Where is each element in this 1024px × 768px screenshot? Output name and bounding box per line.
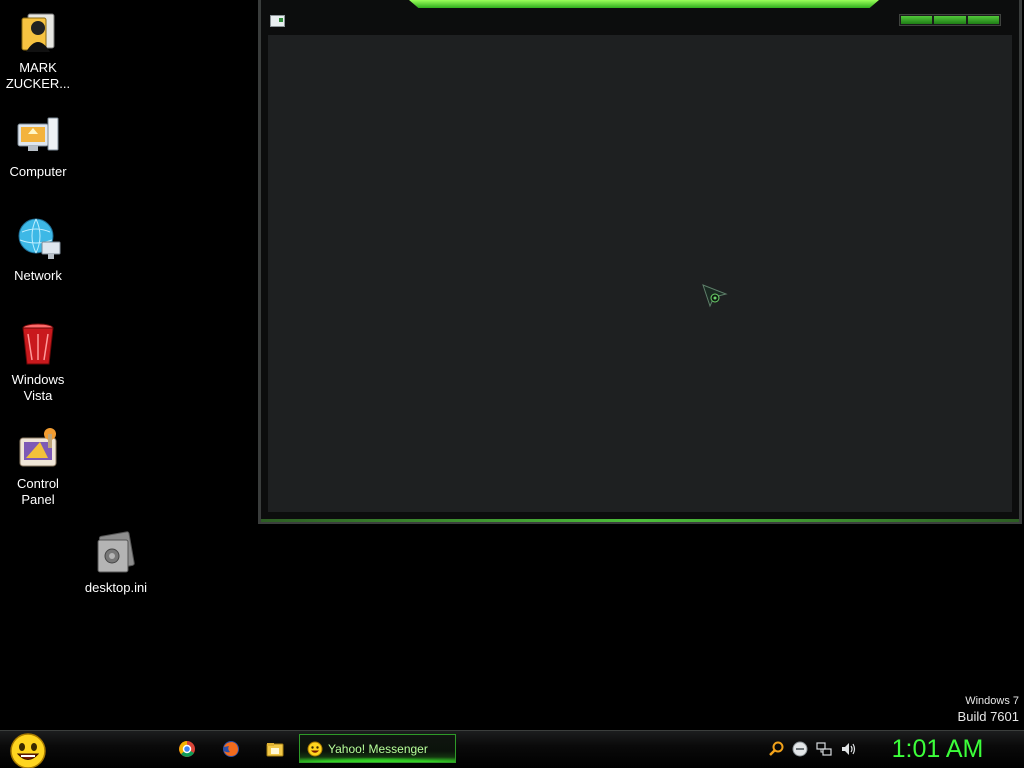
window-system-menu-icon[interactable] (270, 15, 285, 27)
desktop: MARK ZUCKER... Computer Network Windows … (0, 0, 1024, 730)
chrome-icon[interactable] (178, 740, 196, 758)
os-watermark: Windows 7 Build 7601 (958, 694, 1019, 726)
volume-icon[interactable] (840, 741, 856, 757)
smiley-start-icon (10, 733, 46, 768)
taskbar: Yahoo! Messenger 1:01 AM (0, 730, 1024, 768)
icon-label-desktop-ini: desktop.ini (84, 580, 148, 595)
icon-label-user-folder: MARK ZUCKER... (5, 60, 71, 91)
busy-cursor-icon (702, 284, 730, 308)
start-button[interactable] (9, 733, 47, 768)
taskbar-clock[interactable]: 1:01 AM (880, 734, 995, 764)
settings-file-icon (92, 528, 140, 576)
close-button[interactable] (967, 16, 999, 24)
icon-label-network: Network (14, 268, 62, 283)
explorer-folder-icon[interactable] (266, 740, 284, 758)
taskbar-button-label: Yahoo! Messenger (328, 741, 428, 756)
computer-icon (14, 112, 62, 160)
window-caption-buttons (899, 14, 1001, 26)
watermark-os-name: Windows 7 (965, 695, 1019, 707)
desktop-icon-user-folder[interactable]: MARK ZUCKER... (0, 8, 76, 92)
desktop-icon-desktop-ini[interactable]: desktop.ini (78, 528, 154, 596)
window-top-glow (409, 0, 879, 8)
icon-label-computer: Computer (9, 164, 67, 179)
window-bottom-border (261, 519, 1019, 522)
search-icon[interactable] (768, 741, 784, 757)
user-folder-icon (14, 8, 62, 56)
firefox-icon[interactable] (222, 740, 240, 758)
maximize-button[interactable] (934, 16, 966, 24)
control-panel-icon (14, 424, 62, 472)
application-window[interactable] (258, 0, 1022, 524)
desktop-icon-network[interactable]: Network (0, 216, 76, 284)
watermark-build: Build 7601 (957, 709, 1019, 724)
taskbar-button-glow (300, 756, 455, 762)
messenger-status-icon[interactable] (792, 741, 808, 757)
window-client-area[interactable] (268, 35, 1012, 512)
taskbar-button-yahoo-messenger[interactable]: Yahoo! Messenger (299, 734, 456, 763)
network-tray-icon[interactable] (816, 741, 832, 757)
desktop-icon-recycle-bin[interactable]: Windows Vista (0, 320, 76, 404)
yahoo-smiley-icon (307, 741, 323, 756)
network-icon (14, 216, 62, 264)
recycle-bin-icon (14, 320, 62, 368)
desktop-icon-control-panel[interactable]: Control Panel (0, 424, 76, 508)
minimize-button[interactable] (901, 16, 933, 24)
icon-label-recycle-bin: Windows Vista (11, 372, 65, 403)
desktop-icon-computer[interactable]: Computer (0, 112, 76, 180)
icon-label-control-panel: Control Panel (17, 476, 59, 507)
